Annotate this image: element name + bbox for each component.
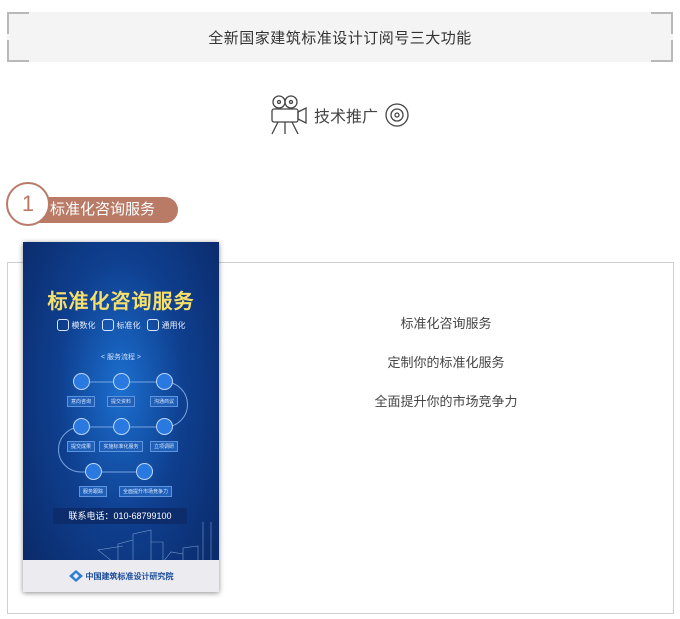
poster-org-name: 中国建筑标准设计研究院 (85, 571, 174, 581)
flow-step: 提交成果 (56, 418, 106, 453)
group-icon (84, 463, 102, 480)
film-camera-icon (271, 95, 307, 135)
card-line: 定制你的标准化服务 (387, 355, 505, 370)
check-icon (135, 463, 153, 480)
card-text: 标准化咨询服务 定制你的标准化服务 全面提升你的市场竞争力 (292, 308, 600, 425)
section-number-badge: 1 (6, 182, 50, 226)
skyline-illustration (97, 522, 212, 562)
document-icon (112, 373, 130, 390)
research-icon (155, 418, 173, 435)
tech-promo: 技术推广 (266, 92, 410, 138)
top-banner: 全新国家建筑标准设计订阅号三大功能 (7, 12, 673, 62)
service-poster[interactable]: 标准化咨询服务 模数化 标准化 通用化 < 服务流程 > 意向咨询 提交资料 沟… (23, 242, 219, 592)
flow-step: 沟通商议 (139, 373, 189, 408)
chat-icon (72, 373, 90, 390)
org-logo-icon (68, 570, 83, 582)
person-icon (112, 418, 130, 435)
flow-step: 服务跟踪 (68, 463, 118, 498)
flow-step: 立项调研 (139, 418, 189, 453)
flag-icon (72, 418, 90, 435)
tech-promo-label: 技术推广 (314, 109, 379, 126)
banner-title: 全新国家建筑标准设计订阅号三大功能 (208, 29, 472, 47)
card-line: 标准化咨询服务 (400, 316, 492, 331)
flow-step: 全面提升市场竞争力 (119, 463, 173, 498)
disc-icon (385, 103, 409, 127)
poster-footer: 中国建筑标准设计研究院 (23, 560, 219, 592)
message-icon (155, 373, 173, 390)
section-title: 标准化咨询服务 (50, 201, 156, 218)
card-line: 全面提升你的市场竞争力 (374, 394, 518, 409)
